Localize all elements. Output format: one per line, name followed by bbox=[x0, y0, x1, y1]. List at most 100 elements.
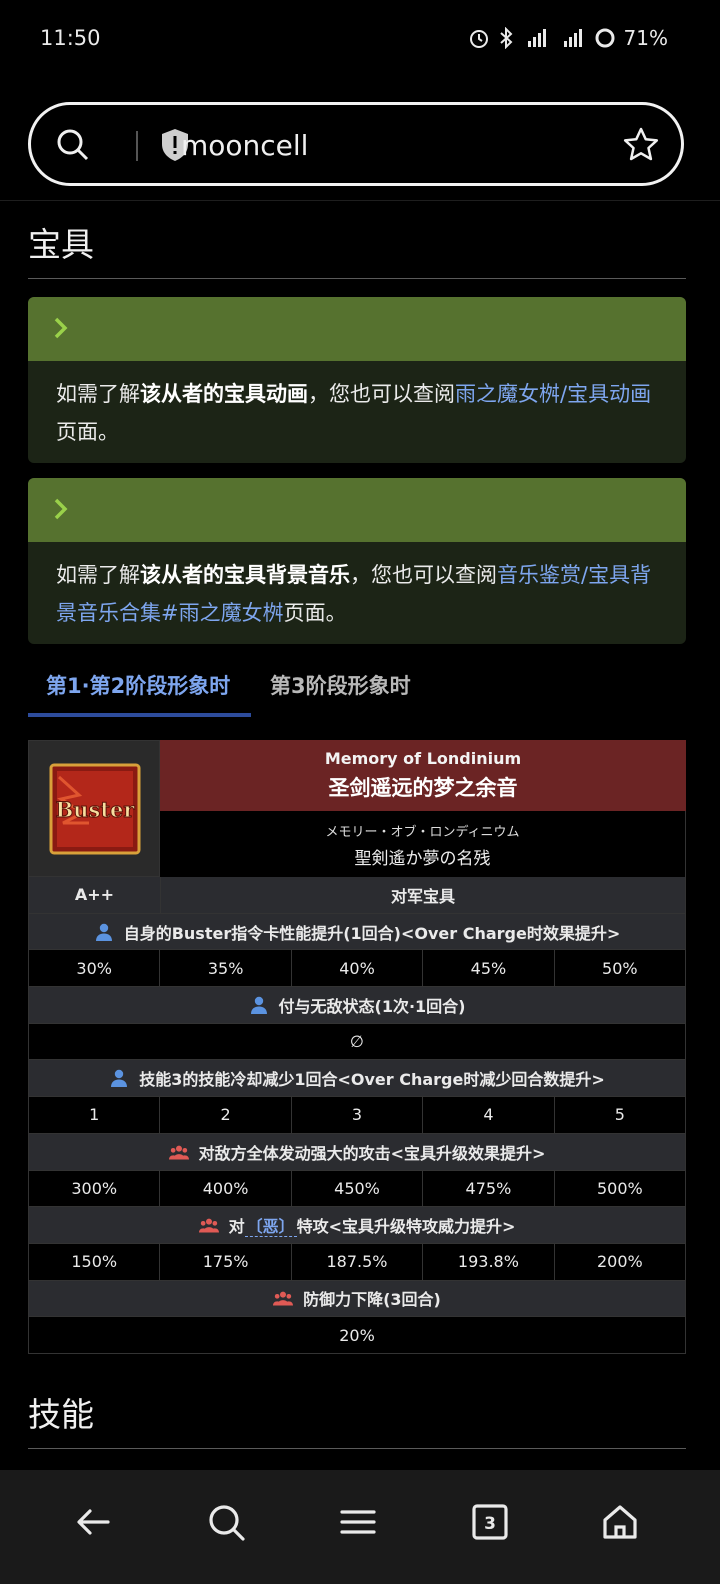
notice-bold: 该从者的宝具背景音乐 bbox=[140, 563, 350, 587]
signal-5g-icon-2 bbox=[563, 29, 582, 47]
effect-label-cell: 自身的Buster指令卡性能提升(1回合)<Over Charge时效果提升> bbox=[29, 913, 686, 951]
effect-value: 45% bbox=[423, 950, 555, 988]
url-text[interactable]: mooncell bbox=[181, 129, 308, 162]
np-header: Buster Memory of Londinium 圣剑遥远的梦之余音 メモリ… bbox=[28, 740, 686, 877]
tabs-icon: 3 bbox=[472, 1504, 508, 1540]
effect-value: ∅ bbox=[29, 1023, 686, 1061]
np-name-en: Memory of Londinium bbox=[324, 749, 522, 768]
np-card-cell: Buster bbox=[28, 740, 160, 877]
effect-value: 40% bbox=[291, 950, 424, 988]
effect-row: 技能3的技能冷却减少1回合<Over Charge时减少回合数提升> bbox=[28, 1060, 686, 1098]
menu-icon[interactable] bbox=[336, 1500, 380, 1544]
effect-label-cell: 对敌方全体发动强大的攻击<宝具升级效果提升> bbox=[29, 1133, 686, 1171]
np-section-title: 宝具 bbox=[28, 225, 94, 264]
effect-values-row: ∅ bbox=[28, 1023, 686, 1061]
active-tab-indicator bbox=[28, 713, 251, 717]
effect-value: 450% bbox=[291, 1170, 424, 1208]
effect-value: 1 bbox=[29, 1097, 161, 1134]
buster-card-icon: Buster bbox=[49, 763, 141, 855]
status-bar: 11:50 71% bbox=[0, 0, 720, 80]
card-label: Buster bbox=[56, 797, 136, 822]
notice-prefix: 如需了解 bbox=[56, 382, 140, 406]
effect-value: 35% bbox=[160, 950, 292, 988]
effect-label-cell: 技能3的技能冷却减少1回合<Over Charge时减少回合数提升> bbox=[29, 1060, 686, 1098]
home-icon[interactable] bbox=[598, 1500, 642, 1544]
stage-tabs: 第1·第2阶段形象时 第3阶段形象时 bbox=[28, 660, 686, 718]
person-icon bbox=[250, 996, 267, 1014]
np-name-jp-cell: メモリー・オブ・ロンディニウム 聖剣遙か夢の名残 bbox=[160, 811, 686, 877]
notice-prefix: 如需了解 bbox=[56, 563, 140, 587]
np-section-rule bbox=[28, 278, 686, 279]
effect-value: 187.5% bbox=[291, 1243, 424, 1281]
effect-label-cell: 付与无敌状态(1次·1回合) bbox=[29, 987, 686, 1024]
effect-values-row: 150% 175% 187.5% 193.8% 200% bbox=[28, 1243, 687, 1281]
effect-label-pre: 对 bbox=[228, 1217, 245, 1237]
effect-values-row: 30% 35% 40% 45% 50% bbox=[28, 950, 687, 988]
effect-label-post: 特攻<宝具升级特攻威力提升> bbox=[296, 1217, 516, 1237]
notice-text: 如需了解该从者的宝具背景音乐，您也可以查阅音乐鉴赏/宝具背景音乐合集#雨之魔女桝… bbox=[28, 542, 686, 644]
bookmark-star-icon[interactable] bbox=[621, 125, 661, 165]
tab-stage-3[interactable]: 第3阶段形象时 bbox=[270, 670, 411, 700]
np-name-cn: 圣剑遥远的梦之余音 bbox=[328, 776, 518, 800]
effect-row: 付与无敌状态(1次·1回合) bbox=[28, 987, 686, 1024]
np-rank-row: A++ 对军宝具 bbox=[28, 877, 686, 914]
effect-row: 防御力下降(3回合) bbox=[28, 1280, 686, 1318]
notice-header[interactable] bbox=[28, 297, 686, 361]
effect-value: 2 bbox=[160, 1097, 292, 1134]
effect-value: 300% bbox=[29, 1170, 161, 1208]
np-animation-link[interactable]: 雨之魔女桝/宝具动画 bbox=[455, 382, 651, 406]
person-icon bbox=[111, 1070, 128, 1088]
effect-value: 193.8% bbox=[423, 1243, 555, 1281]
notice-suffix: 页面。 bbox=[283, 601, 347, 625]
search-icon[interactable] bbox=[55, 127, 91, 163]
header-divider bbox=[0, 200, 720, 201]
np-rank: A++ bbox=[29, 877, 161, 914]
skills-section-rule bbox=[28, 1448, 686, 1449]
effect-value: 4 bbox=[423, 1097, 555, 1134]
effect-values-row: 300% 400% 450% 475% 500% bbox=[28, 1170, 687, 1208]
tab-count: 3 bbox=[484, 1514, 496, 1534]
effect-label: 付与无敌状态(1次·1回合) bbox=[278, 996, 466, 1016]
notice-np-music: 如需了解该从者的宝具背景音乐，您也可以查阅音乐鉴赏/宝具背景音乐合集#雨之魔女桝… bbox=[28, 478, 686, 644]
address-bar[interactable]: mooncell bbox=[28, 102, 684, 186]
notice-suffix: 页面。 bbox=[56, 420, 119, 444]
effect-label-cell: 对〔恶〕 特攻<宝具升级特攻威力提升> bbox=[29, 1207, 686, 1244]
effect-values-row: 1 2 3 4 5 bbox=[28, 1097, 687, 1134]
effect-value: 20% bbox=[29, 1317, 686, 1354]
effect-value: 475% bbox=[423, 1170, 555, 1208]
notice-bold: 该从者的宝具动画 bbox=[140, 382, 308, 406]
battery-percent: 71% bbox=[623, 26, 668, 50]
signal-5g-icon bbox=[527, 29, 546, 47]
np-table: Buster Memory of Londinium 圣剑遥远的梦之余音 メモリ… bbox=[28, 740, 687, 1354]
effect-value: 500% bbox=[554, 1170, 687, 1208]
browser-bottom-nav: 3 bbox=[0, 1470, 720, 1584]
effect-values-row: 20% bbox=[28, 1317, 686, 1354]
effect-value: 50% bbox=[554, 950, 687, 988]
notice-header[interactable] bbox=[28, 478, 686, 542]
trait-evil-link[interactable]: 〔恶〕 bbox=[244, 1217, 297, 1238]
tab-stage-1-2[interactable]: 第1·第2阶段形象时 bbox=[46, 670, 230, 700]
skills-section-title: 技能 bbox=[28, 1395, 94, 1434]
search-icon[interactable] bbox=[204, 1500, 248, 1544]
np-name-cell: Memory of Londinium 圣剑遥远的梦之余音 bbox=[160, 740, 686, 811]
np-name-ruby: メモリー・オブ・ロンディニウム bbox=[325, 825, 520, 840]
status-time: 11:50 bbox=[40, 26, 101, 50]
effect-label: 技能3的技能冷却减少1回合<Over Charge时减少回合数提升> bbox=[139, 1070, 605, 1090]
tabs-button[interactable]: 3 bbox=[468, 1500, 512, 1544]
effect-label: 对〔恶〕 特攻<宝具升级特攻威力提升> bbox=[228, 1213, 516, 1238]
chevron-right-icon[interactable] bbox=[52, 315, 70, 341]
group-icon bbox=[168, 1145, 189, 1160]
effect-value: 30% bbox=[29, 950, 161, 988]
back-arrow-icon[interactable] bbox=[72, 1500, 116, 1544]
address-divider bbox=[136, 131, 138, 161]
effect-label-cell: 防御力下降(3回合) bbox=[29, 1280, 686, 1318]
effect-label: 防御力下降(3回合) bbox=[303, 1290, 441, 1310]
effect-row: 自身的Buster指令卡性能提升(1回合)<Over Charge时效果提升> bbox=[28, 913, 686, 951]
effect-value: 175% bbox=[160, 1243, 292, 1281]
np-name-jp: 聖剣遙か夢の名残 bbox=[354, 849, 491, 869]
notice-middle: ，您也可以查阅 bbox=[308, 382, 455, 406]
effect-label: 自身的Buster指令卡性能提升(1回合)<Over Charge时效果提升> bbox=[123, 923, 621, 943]
bluetooth-icon bbox=[499, 27, 512, 49]
effect-row: 对〔恶〕 特攻<宝具升级特攻威力提升> bbox=[28, 1207, 686, 1244]
chevron-right-icon[interactable] bbox=[52, 496, 70, 522]
